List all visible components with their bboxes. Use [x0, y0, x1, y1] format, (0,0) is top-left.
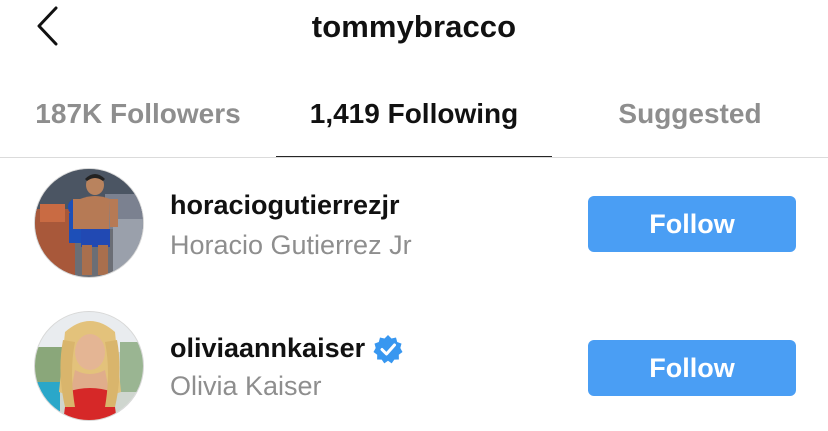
- username-text: horaciogutierrezjr: [170, 190, 400, 220]
- following-screen: tommybracco 187K Followers 1,419 Followi…: [0, 0, 828, 431]
- follow-button[interactable]: Follow: [588, 196, 796, 252]
- tab-suggested[interactable]: Suggested: [552, 80, 828, 158]
- full-name: Horacio Gutierrez Jr: [170, 230, 412, 260]
- tab-following[interactable]: 1,419 Following: [276, 80, 552, 158]
- divider: [0, 157, 828, 158]
- list-item: horaciogutierrezjr Horacio Gutierrez Jr …: [0, 160, 828, 290]
- full-name: Olivia Kaiser: [170, 371, 322, 401]
- username[interactable]: oliviaannkaiser: [170, 333, 403, 364]
- list-item: oliviaannkaiser Olivia Kaiser Follow: [0, 305, 828, 431]
- page-title: tommybracco: [311, 9, 517, 44]
- header: tommybracco: [0, 0, 828, 58]
- follow-button[interactable]: Follow: [588, 340, 796, 396]
- avatar[interactable]: [34, 311, 144, 421]
- verified-badge-icon: [373, 334, 403, 364]
- tab-followers[interactable]: 187K Followers: [0, 80, 276, 158]
- tab-bar: 187K Followers 1,419 Following Suggested: [0, 80, 828, 158]
- avatar[interactable]: [34, 168, 144, 278]
- username[interactable]: horaciogutierrezjr: [170, 190, 400, 221]
- username-text: oliviaannkaiser: [170, 333, 366, 363]
